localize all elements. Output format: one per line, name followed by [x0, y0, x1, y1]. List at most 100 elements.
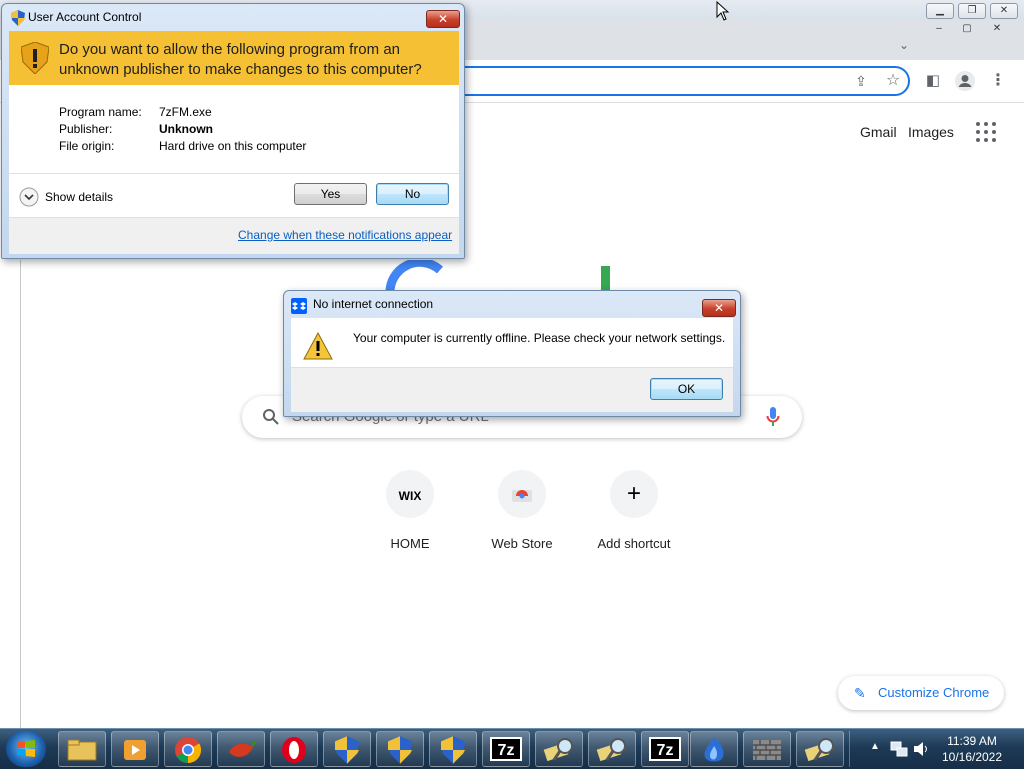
- start-button[interactable]: [6, 731, 46, 767]
- taskbar-opera[interactable]: [270, 731, 318, 767]
- minimize-button[interactable]: ▁: [926, 3, 954, 19]
- file-origin-label: File origin:: [59, 139, 115, 153]
- pencil-icon: ✎: [854, 685, 866, 701]
- clock-time: 11:39 AM: [947, 734, 997, 748]
- customize-label: Customize Chrome: [878, 685, 990, 700]
- taskbar-uac-shield-3[interactable]: [429, 731, 477, 767]
- wix-icon: WIX: [386, 470, 434, 518]
- taskbar-uac-shield-2[interactable]: [376, 731, 424, 767]
- dropbox-icon: [291, 298, 307, 314]
- publisher-label: Publisher:: [59, 122, 113, 136]
- firewall-icon: [753, 740, 781, 760]
- images-link[interactable]: Images: [908, 124, 954, 140]
- offline-message: Your computer is currently offline. Plea…: [353, 331, 726, 345]
- offline-dialog-content: Your computer is currently offline. Plea…: [291, 318, 733, 412]
- mouse-cursor-icon: [716, 1, 730, 21]
- uac-close-button[interactable]: ✕: [426, 10, 460, 28]
- opera-icon: [282, 737, 306, 763]
- taskbar-magnifier-3[interactable]: [796, 731, 844, 767]
- shortcut-add[interactable]: + Add shortcut: [584, 470, 684, 551]
- show-hidden-icons-icon[interactable]: ▲: [870, 741, 880, 752]
- taskbar-scroll-handle[interactable]: [849, 731, 862, 767]
- magnifier-tool-icon: [804, 738, 834, 762]
- volume-icon[interactable]: [912, 740, 930, 758]
- 7zip-icon: 7z: [649, 737, 681, 761]
- folder-icon: [67, 739, 97, 761]
- gmail-link[interactable]: Gmail: [860, 124, 897, 140]
- taskbar-firewall[interactable]: [743, 731, 791, 767]
- taskbar-file-explorer[interactable]: [58, 731, 106, 767]
- change-notifications-link[interactable]: Change when these notifications appear: [238, 228, 452, 242]
- uac-footer: Change when these notifications appear: [9, 217, 459, 254]
- tab-search-chevron-icon[interactable]: ⌄: [893, 34, 915, 56]
- taskbar-magnifier-2[interactable]: [588, 731, 636, 767]
- close-button-inner[interactable]: ✕: [984, 22, 1010, 36]
- menu-kebab-icon[interactable]: ⋮: [987, 70, 1009, 92]
- page-left-edge: [20, 260, 21, 728]
- blue-flame-icon: [704, 737, 724, 762]
- google-apps-icon[interactable]: [976, 122, 996, 142]
- address-bar[interactable]: ⇪ ☆: [440, 66, 910, 96]
- web-store-icon: [498, 470, 546, 518]
- profile-avatar-icon[interactable]: [954, 70, 976, 92]
- taskbar-pepper-app[interactable]: [217, 731, 265, 767]
- voice-search-mic-icon[interactable]: [766, 406, 780, 428]
- uac-shield-icon: [441, 736, 465, 764]
- warning-shield-icon: [21, 42, 49, 74]
- offline-close-button[interactable]: ✕: [702, 299, 736, 317]
- media-player-icon: [124, 740, 146, 760]
- side-panel-icon[interactable]: ◧: [922, 70, 944, 92]
- magnifier-tool-icon: [543, 738, 573, 762]
- taskbar-uac-shield-1[interactable]: [323, 731, 371, 767]
- offline-dialog-title: No internet connection: [313, 297, 434, 311]
- shortcut-label: HOME: [390, 536, 430, 551]
- offline-dialog-buttonbar: OK: [291, 367, 733, 412]
- windows-logo-icon: [17, 740, 35, 757]
- uac-body: Program name: 7zFM.exe Publisher: Unknow…: [9, 85, 459, 254]
- pepper-icon: [229, 740, 257, 757]
- uac-shield-icon: [388, 736, 412, 764]
- uac-shield-icon: [335, 736, 359, 764]
- warning-icon: [303, 332, 333, 360]
- shortcut-web-store[interactable]: Web Store: [472, 470, 572, 551]
- customize-chrome-button[interactable]: ✎ Customize Chrome: [838, 676, 1004, 710]
- no-internet-dialog: No internet connection ✕ Your computer i…: [283, 290, 741, 417]
- shortcut-label: Add shortcut: [597, 536, 671, 551]
- taskbar-blue-app[interactable]: [690, 731, 738, 767]
- clock[interactable]: 11:39 AM 10/16/2022: [930, 733, 1014, 765]
- shortcut-label: Web Store: [491, 536, 553, 551]
- divider: [9, 173, 459, 174]
- taskbar-chrome[interactable]: [164, 731, 212, 767]
- search-icon: [263, 409, 279, 425]
- add-icon: +: [610, 470, 658, 518]
- clock-date: 10/16/2022: [941, 750, 1003, 764]
- shortcut-home[interactable]: WIX HOME: [360, 470, 460, 551]
- uac-banner: Do you want to allow the following progr…: [9, 31, 459, 85]
- restore-button[interactable]: ❐: [958, 3, 986, 19]
- file-origin-value: Hard drive on this computer: [159, 139, 307, 153]
- minimize-button-inner[interactable]: –: [926, 22, 952, 36]
- taskbar-media-player[interactable]: [111, 731, 159, 767]
- uac-question: Do you want to allow the following progr…: [59, 41, 422, 78]
- taskbar-7zip-2[interactable]: 7z: [641, 731, 689, 767]
- ok-button[interactable]: OK: [650, 378, 723, 400]
- close-window-button[interactable]: ✕: [990, 3, 1018, 19]
- uac-shield-icon: [11, 10, 25, 26]
- chevron-down-icon: [19, 187, 39, 207]
- 7zip-icon: 7z: [490, 737, 522, 761]
- show-details-label: Show details: [45, 190, 114, 204]
- share-icon[interactable]: ⇪: [850, 70, 872, 92]
- uac-dialog: User Account Control ✕ Do you want to al…: [1, 3, 465, 259]
- taskbar-7zip-1[interactable]: 7z: [482, 731, 530, 767]
- no-button[interactable]: No: [376, 183, 449, 205]
- program-name-label: Program name:: [59, 105, 142, 119]
- bookmark-star-icon[interactable]: ☆: [882, 70, 904, 92]
- network-icon[interactable]: [890, 740, 908, 758]
- chrome-icon: [175, 737, 202, 764]
- publisher-value: Unknown: [159, 122, 213, 136]
- taskbar: 7z 7z ▲ 11:39 AM 10/16/2022: [0, 728, 1024, 769]
- yes-button[interactable]: Yes: [294, 183, 367, 205]
- taskbar-magnifier-1[interactable]: [535, 731, 583, 767]
- maximize-button-inner[interactable]: ▢: [954, 22, 980, 36]
- program-name-value: 7zFM.exe: [159, 105, 212, 119]
